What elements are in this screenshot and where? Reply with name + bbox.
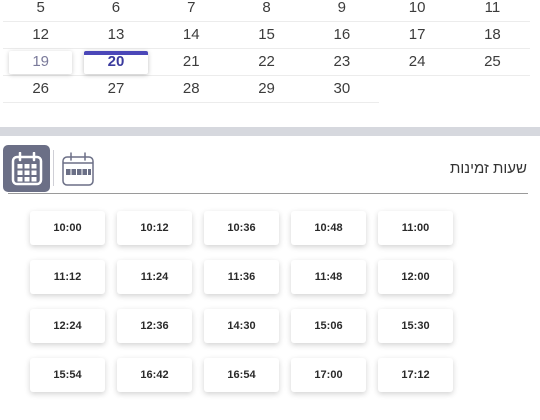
calendar-day-empty <box>379 75 454 102</box>
time-slot-button[interactable]: 17:00 <box>291 358 366 392</box>
calendar-day[interactable]: 28 <box>153 75 229 103</box>
calendar-week-row: 25 24 23 22 21 20 19 <box>3 48 531 76</box>
available-hours-title: שעות זמינות <box>450 160 527 177</box>
time-slot-button[interactable]: 10:00 <box>30 211 105 245</box>
calendar-week-row: 11 10 9 8 7 6 5 <box>3 0 531 22</box>
calendar-day-today[interactable]: 19 <box>3 48 78 75</box>
calendar-day-empty <box>455 75 530 102</box>
calendar-day[interactable]: 29 <box>228 75 305 103</box>
calendar-day[interactable]: 11 <box>455 0 530 21</box>
week-view-button[interactable] <box>58 149 98 189</box>
time-slot-button[interactable]: 11:24 <box>117 260 192 294</box>
time-slot-button[interactable]: 16:42 <box>117 358 192 392</box>
calendar-day[interactable]: 10 <box>379 0 454 21</box>
calendar-day[interactable]: 23 <box>304 48 379 75</box>
calendar-day-selected[interactable]: 20 <box>78 48 153 75</box>
time-slot-button[interactable]: 11:48 <box>291 260 366 294</box>
calendar-week-row: 30 29 28 27 26 <box>3 75 530 103</box>
calendar-week-row: 18 17 16 15 14 13 12 <box>3 21 531 49</box>
calendar-day[interactable]: 17 <box>379 21 454 48</box>
time-slot-button[interactable]: 14:30 <box>204 309 279 343</box>
time-slot-button[interactable]: 11:36 <box>204 260 279 294</box>
calendar-day[interactable]: 7 <box>154 0 229 21</box>
calendar-day[interactable]: 26 <box>3 75 79 103</box>
calendar-day[interactable]: 13 <box>78 21 153 48</box>
calendar-day[interactable]: 24 <box>379 48 454 75</box>
time-slot-button[interactable]: 11:12 <box>30 260 105 294</box>
calendar-view-button[interactable] <box>3 145 50 192</box>
calendar-week-icon <box>62 152 94 186</box>
calendar-grid-icon <box>11 151 42 185</box>
time-slot-button[interactable]: 12:24 <box>30 309 105 343</box>
view-toggle-separator <box>53 150 54 186</box>
time-slot-button[interactable]: 12:36 <box>117 309 192 343</box>
time-slot-button[interactable]: 10:48 <box>291 211 366 245</box>
time-slot-button[interactable]: 15:54 <box>30 358 105 392</box>
time-slot-button[interactable]: 17:12 <box>378 358 453 392</box>
time-slot-button[interactable]: 11:00 <box>378 211 453 245</box>
calendar-day[interactable]: 6 <box>78 0 153 21</box>
calendar-day[interactable]: 12 <box>3 21 78 48</box>
calendar-day[interactable]: 15 <box>229 21 304 48</box>
calendar-day[interactable]: 18 <box>455 21 530 48</box>
calendar-day[interactable]: 30 <box>304 75 380 103</box>
calendar-day[interactable]: 5 <box>3 0 78 21</box>
calendar-day[interactable]: 25 <box>455 48 530 75</box>
time-slot-button[interactable]: 16:54 <box>204 358 279 392</box>
calendar-day[interactable]: 27 <box>78 75 154 103</box>
title-underline <box>8 193 528 194</box>
calendar-day[interactable]: 16 <box>304 21 379 48</box>
time-slot-button[interactable]: 15:30 <box>378 309 453 343</box>
calendar-day[interactable]: 14 <box>154 21 229 48</box>
calendar-day[interactable]: 22 <box>229 48 304 75</box>
time-slot-button[interactable]: 10:36 <box>204 211 279 245</box>
calendar-day[interactable]: 21 <box>154 48 229 75</box>
calendar-day[interactable]: 9 <box>304 0 379 21</box>
section-divider <box>0 127 540 136</box>
time-slot-button[interactable]: 15:06 <box>291 309 366 343</box>
calendar-grid: 11 10 9 8 7 6 5 18 17 16 15 14 13 12 25 … <box>0 0 540 112</box>
time-slot-button[interactable]: 10:12 <box>117 211 192 245</box>
calendar-day[interactable]: 8 <box>229 0 304 21</box>
time-slot-button[interactable]: 12:00 <box>378 260 453 294</box>
